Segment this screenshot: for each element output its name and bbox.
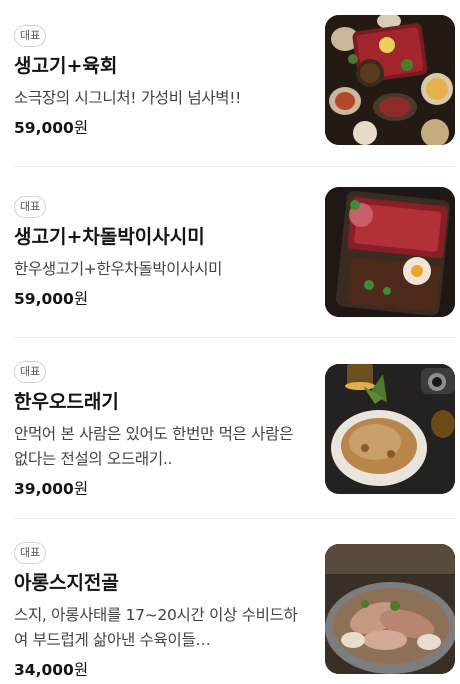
price-value: 59,000 [14,290,74,308]
menu-list: 대표 생고기+육회 소극장의 시그니처! 가성비 넘사벽!! 59,000원 대… [0,0,460,684]
brisket-tendon-stew-image [325,544,455,674]
menu-item-name: 생고기+차돌박이사시미 [14,226,205,248]
price-value: 34,000 [14,661,74,679]
divider [14,518,455,519]
divider [14,166,455,167]
signature-badge: 대표 [14,25,47,47]
price-currency: 원 [73,480,89,498]
menu-item-photo[interactable] [325,544,455,674]
price-currency: 원 [73,119,89,137]
raw-beef-platter-image [325,15,455,145]
price-currency: 원 [73,661,89,679]
menu-item-name: 아롱스지전골 [14,572,119,594]
signature-badge: 대표 [14,196,47,218]
menu-item-photo[interactable] [325,187,455,317]
menu-item-info: 대표 생고기+육회 소극장의 시그니처! 가성비 넘사벽!! 59,000원 [14,24,314,139]
menu-item-name: 한우오드래기 [14,391,119,413]
beef-sashimi-platter-image [325,187,455,317]
odraegi-dish-image [325,364,455,494]
menu-item-description: 안먹어 본 사람은 있어도 한번만 먹은 사람은 없다는 전설의 오드래기.. [14,425,294,468]
price-currency: 원 [73,290,89,308]
menu-item-price: 34,000원 [14,659,314,681]
menu-item-photo[interactable] [325,364,455,494]
menu-item-price: 59,000원 [14,288,314,310]
divider [14,337,455,338]
menu-item-info: 대표 생고기+차돌박이사시미 한우생고기+한우차돌박이사시미 59,000원 [14,195,314,310]
signature-badge: 대표 [14,542,47,564]
menu-item-description: 한우생고기+한우차돌박이사시미 [14,260,223,278]
menu-item-info: 대표 한우오드래기 안먹어 본 사람은 있어도 한번만 먹은 사람은 없다는 전… [14,360,314,500]
menu-item-price: 59,000원 [14,117,314,139]
menu-item-description: 소극장의 시그니처! 가성비 넘사벽!! [14,89,242,107]
menu-item-info: 대표 아롱스지전골 스지, 아롱사태를 17~20시간 이상 수비드하여 부드럽… [14,541,314,681]
signature-badge: 대표 [14,361,47,383]
menu-item-name: 생고기+육회 [14,55,118,77]
menu-item-price: 39,000원 [14,478,314,500]
menu-item-photo[interactable] [325,15,455,145]
price-value: 39,000 [14,480,74,498]
price-value: 59,000 [14,119,74,137]
menu-item-description: 스지, 아롱사태를 17~20시간 이상 수비드하여 부드럽게 삶아낸 수육이들… [14,606,298,649]
